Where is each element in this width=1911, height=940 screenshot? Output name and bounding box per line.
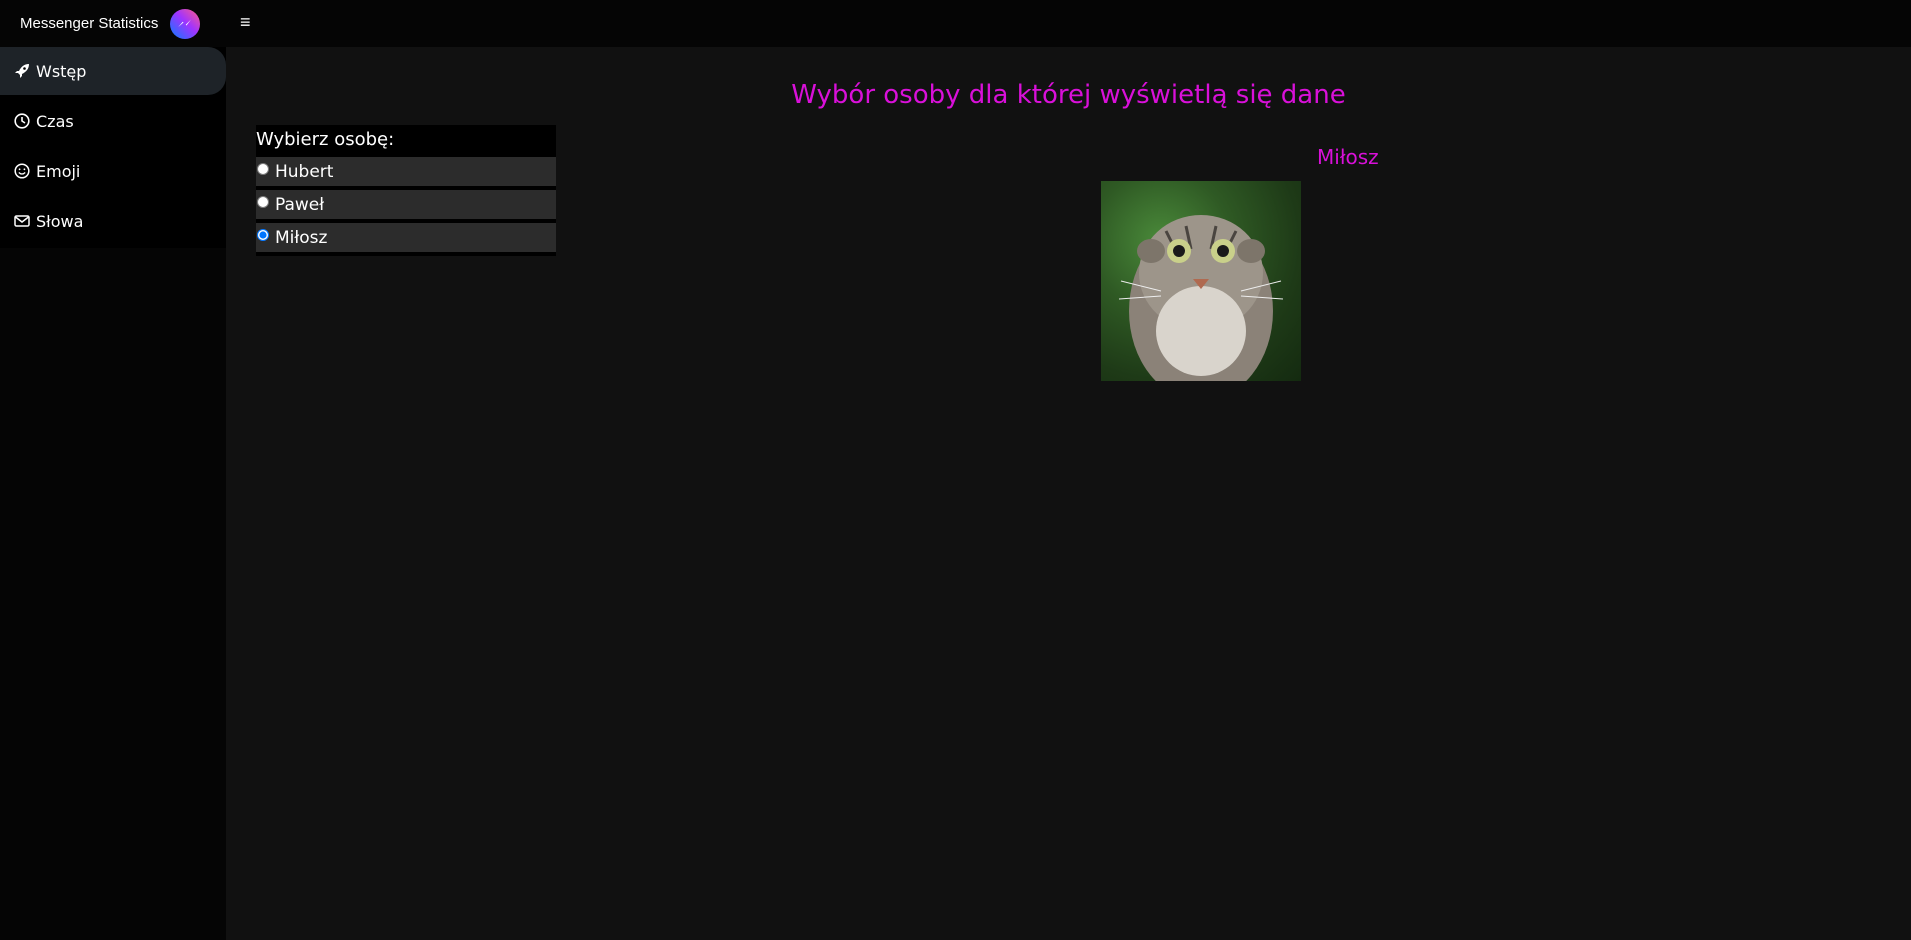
envelope-icon — [14, 213, 30, 229]
radio-hubert[interactable] — [257, 162, 269, 175]
brand[interactable]: Messenger Statistics — [20, 0, 201, 47]
messenger-icon — [170, 8, 201, 39]
sidebar-item-slowa[interactable]: Słowa — [0, 197, 226, 245]
selector-label: Wybierz osobę: — [256, 129, 395, 150]
person-name: Miłosz — [1317, 145, 1379, 169]
radio-option-hubert[interactable]: Hubert — [256, 157, 556, 186]
radio-option-label: Hubert — [275, 161, 334, 182]
radio-option-label: Paweł — [275, 194, 325, 215]
sidebar: Wstęp Czas Emoji Słowa — [0, 47, 226, 940]
clock-icon — [14, 113, 30, 129]
person-selector: Wybierz osobę: Hubert Paweł Miłosz — [256, 125, 556, 256]
person-photo — [1101, 181, 1301, 381]
sidebar-item-label: Wstęp — [36, 61, 87, 81]
sidebar-item-czas[interactable]: Czas — [0, 97, 226, 145]
sidebar-item-label: Czas — [36, 111, 74, 131]
radio-option-pawel[interactable]: Paweł — [256, 190, 556, 219]
main-content: Wybór osoby dla której wyświetlą się dan… — [226, 47, 1911, 940]
sidebar-item-label: Emoji — [36, 161, 81, 181]
rocket-icon — [14, 63, 30, 79]
radio-option-milosz[interactable]: Miłosz — [256, 223, 556, 252]
sidebar-item-emoji[interactable]: Emoji — [0, 147, 226, 195]
radio-pawel[interactable] — [257, 195, 269, 208]
sidebar-item-label: Słowa — [36, 211, 84, 231]
hamburger-icon[interactable]: ≡ — [240, 12, 251, 33]
page-title: Wybór osoby dla której wyświetlą się dan… — [791, 80, 1346, 110]
radio-milosz[interactable] — [257, 228, 269, 241]
sidebar-nav: Wstęp Czas Emoji Słowa — [0, 47, 226, 248]
smile-icon — [14, 163, 30, 179]
sidebar-item-wstep[interactable]: Wstęp — [0, 47, 226, 95]
brand-title: Messenger Statistics — [20, 15, 159, 32]
top-bar: Messenger Statistics ≡ — [0, 0, 1911, 47]
radio-option-label: Miłosz — [275, 227, 328, 248]
